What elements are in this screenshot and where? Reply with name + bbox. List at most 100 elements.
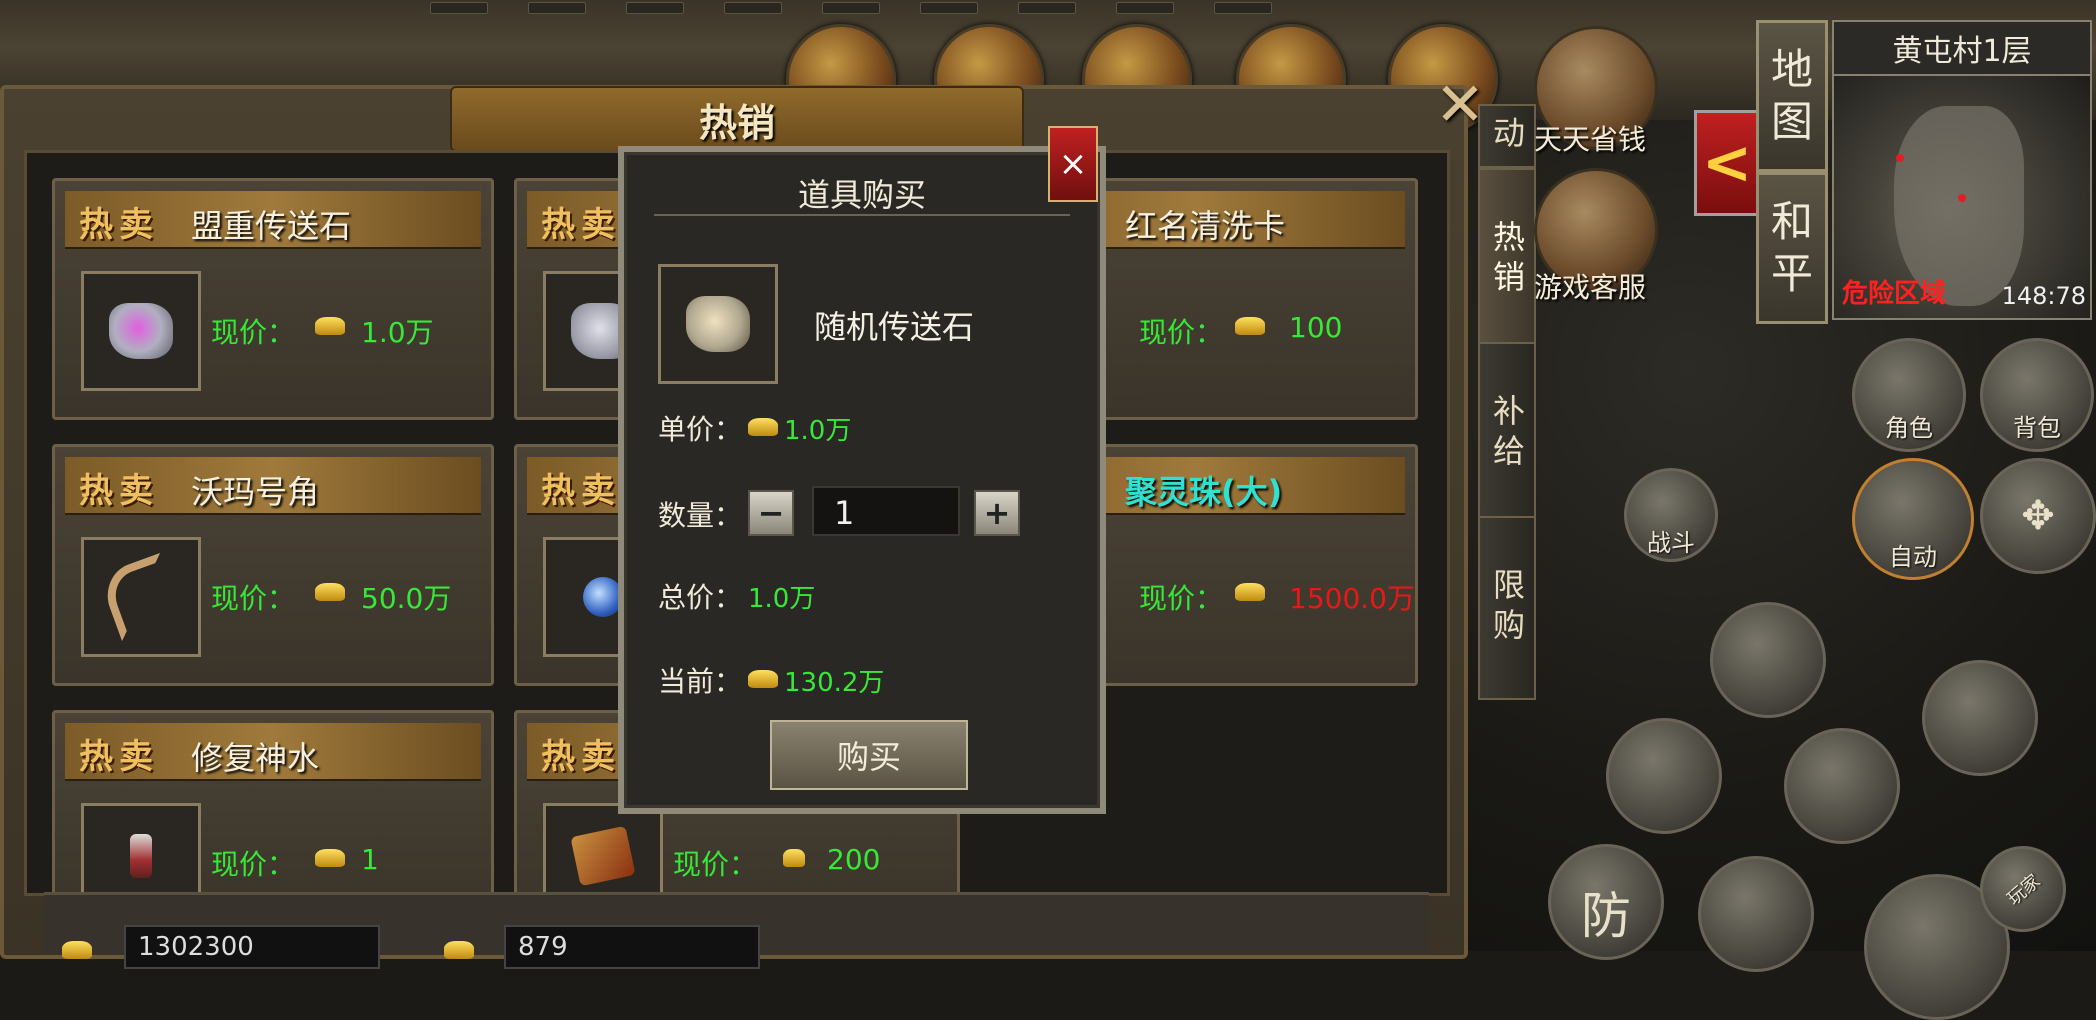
tab-supply[interactable]: 补给 (1478, 342, 1536, 526)
buy-button[interactable]: 购买 (770, 720, 968, 790)
price-value: 1 (361, 843, 379, 876)
hot-tag: 热卖 (79, 737, 159, 777)
total-price-value: 1.0万 (748, 584, 816, 614)
bag-label: 背包 (2013, 413, 2061, 442)
auto-button[interactable]: 自动 (1852, 458, 1974, 580)
skill-slot-5[interactable] (1698, 856, 1814, 972)
skill-slot-2[interactable] (1922, 660, 2038, 776)
price-label: 现价： (1139, 316, 1224, 349)
dpad-button[interactable]: ✥ (1980, 458, 2096, 574)
tab-hot[interactable]: 热销 (1478, 168, 1536, 352)
price-value: 50.0万 (361, 582, 452, 615)
quantity-increase-button[interactable]: + (974, 490, 1020, 536)
player-toggle-button[interactable]: 玩家 (1980, 846, 2066, 932)
shop-card[interactable]: 热卖 沃玛号角 现价： 50.0万 (52, 444, 494, 686)
defense-button[interactable]: 防 (1548, 844, 1664, 960)
location-name: 黄屯村1层 (1832, 20, 2092, 76)
dialog-item-slot (658, 264, 778, 384)
shop-card[interactable]: 热卖 修复神水 现价： 1 (52, 710, 494, 916)
player-coordinates: 148:78 (2001, 282, 2086, 310)
player-marker (1958, 194, 1966, 202)
hot-tag: 热卖 (79, 471, 159, 511)
card-item-name: 修复神水 (191, 739, 320, 777)
price-value: 100 (1289, 311, 1343, 344)
gold-icon (1235, 317, 1265, 335)
dialog-item-name: 随机传送石 (814, 308, 975, 346)
daily-savings-label[interactable]: 天天省钱 (1534, 118, 1646, 158)
unit-price-label: 单价： (658, 413, 743, 446)
dialog-close-button[interactable]: × (1048, 126, 1098, 202)
map-marker (1896, 154, 1904, 162)
item-slot[interactable] (81, 537, 201, 657)
auto-label: 自动 (1889, 542, 1937, 571)
skill-slot-3[interactable] (1606, 718, 1722, 834)
teleport-stone-icon (686, 296, 750, 352)
shortcut-slot[interactable] (528, 2, 586, 14)
defense-label: 防 (1581, 887, 1631, 945)
collapse-arrow-icon[interactable]: < (1694, 110, 1760, 216)
gold-icon (315, 583, 345, 601)
battle-button[interactable]: 战斗 (1624, 468, 1718, 562)
player-label: 玩家 (2003, 870, 2045, 910)
shortcut-slot[interactable] (430, 2, 488, 14)
shortcut-slot[interactable] (724, 2, 782, 14)
minimap[interactable]: 危险区域 148:78 (1832, 74, 2092, 320)
tab-activity[interactable]: 动 (1478, 104, 1536, 168)
gold-icon (315, 849, 345, 867)
bag-button[interactable]: 背包 (1980, 338, 2094, 452)
hot-tag: 热卖 (541, 737, 621, 777)
shortcut-slot[interactable] (822, 2, 880, 14)
card-header: 热卖 盟重传送石 (65, 191, 481, 249)
peace-mode-button[interactable]: 和平 (1756, 172, 1828, 324)
role-label: 角色 (1885, 413, 1933, 442)
card-item-name: 盟重传送石 (191, 207, 352, 245)
map-button[interactable]: 地图 (1756, 20, 1828, 172)
gold-icon (315, 317, 345, 335)
price-label: 现价： (211, 316, 296, 349)
current-balance-value: 130.2万 (784, 668, 885, 698)
shop-card[interactable]: 热卖 盟重传送石 现价： 1.0万 (52, 178, 494, 420)
current-balance-label: 当前： (658, 665, 743, 698)
danger-zone-label: 危险区域 (1842, 279, 1947, 309)
item-slot[interactable] (81, 271, 201, 391)
card-item-name: 聚灵珠(大) (1125, 473, 1283, 511)
price-label: 现价： (211, 848, 296, 881)
orb-icon (583, 577, 623, 617)
ingot-icon (444, 941, 474, 959)
gold-icon (748, 418, 778, 436)
unit-price-value: 1.0万 (784, 416, 852, 446)
skill-slot-1[interactable] (1710, 602, 1826, 718)
gold-icon (783, 849, 805, 867)
purchase-dialog: 道具购买 随机传送石 单价： 1.0万 数量： − 1 + 总价： 1.0万 当… (618, 146, 1106, 814)
price-label: 现价： (1139, 582, 1224, 615)
shortcut-slot[interactable] (1018, 2, 1076, 14)
skill-slot-4[interactable] (1784, 728, 1900, 844)
battle-label: 战斗 (1647, 528, 1695, 557)
role-button[interactable]: 角色 (1852, 338, 1966, 452)
shop-title: 热销 (450, 86, 1024, 152)
shortcut-slot[interactable] (920, 2, 978, 14)
card-item-name: 红名清洗卡 (1125, 207, 1286, 245)
card-header: 热卖 修复神水 (65, 723, 481, 781)
price-value: 1.0万 (361, 316, 434, 349)
gold-icon (1235, 583, 1265, 601)
gold-icon (748, 670, 778, 688)
gold-icon (62, 941, 92, 959)
horn-icon (98, 552, 184, 642)
teleport-stone-icon (109, 303, 173, 359)
shortcut-slot[interactable] (1116, 2, 1174, 14)
price-value: 1500.0万 (1289, 582, 1415, 615)
price-label: 现价： (673, 848, 758, 881)
shortcut-slot[interactable] (626, 2, 684, 14)
hot-tag: 热卖 (541, 471, 621, 511)
quantity-input[interactable]: 1 (812, 486, 960, 536)
customer-service-label[interactable]: 游戏客服 (1534, 266, 1646, 306)
tab-limited[interactable]: 限购 (1478, 516, 1536, 700)
card-item-icon (570, 825, 636, 887)
quantity-decrease-button[interactable]: − (748, 490, 794, 536)
top-shortcut-bar (420, 0, 1330, 16)
divider (654, 214, 1070, 216)
ingot-amount: 879 (504, 925, 760, 969)
card-item-name: 沃玛号角 (191, 473, 320, 511)
shortcut-slot[interactable] (1214, 2, 1272, 14)
